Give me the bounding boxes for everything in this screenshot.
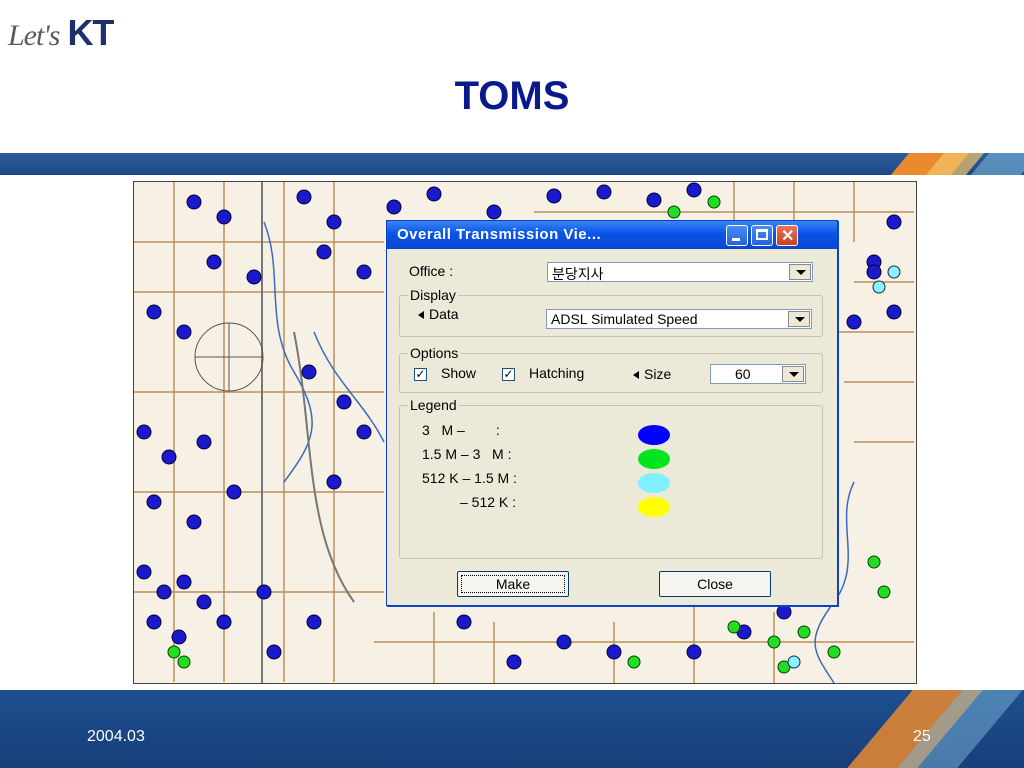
legend-label-1: 3 M – : — [422, 422, 500, 438]
data-label: Data — [429, 306, 459, 322]
legend-group-title: Legend — [408, 397, 459, 413]
slide-title: TOMS — [454, 74, 570, 118]
data-select[interactable]: ADSL Simulated Speed — [546, 309, 812, 329]
legend-dot-yellow — [638, 497, 670, 517]
size-select-value: 60 — [735, 366, 751, 382]
data-label-wrap: Data — [418, 306, 459, 322]
display-group: Display Data ADSL Simulated Speed — [399, 287, 823, 337]
close-button[interactable]: Close — [659, 571, 771, 597]
show-label: Show — [441, 365, 477, 381]
legend-label-4: – 512 K : — [460, 494, 517, 510]
logo-lets-text: Let's — [8, 19, 60, 52]
chevron-down-icon[interactable] — [782, 366, 804, 382]
hatching-checkbox[interactable]: ✓ — [502, 368, 515, 381]
maximize-icon — [756, 229, 768, 240]
size-label-wrap: Size — [633, 366, 671, 382]
data-select-value: ADSL Simulated Speed — [551, 311, 698, 327]
dialog-body: Office : 분당지사 Display Data ADSL Simulate… — [391, 249, 833, 601]
legend-label-3: 512 K – 1.5 M : — [422, 470, 517, 486]
logo-kt-text: KT — [67, 12, 114, 53]
office-select[interactable]: 분당지사 — [547, 262, 813, 282]
left-triangle-icon — [418, 311, 424, 320]
legend-dot-blue — [638, 425, 670, 445]
options-group: Options ✓ Show ✓ Hatching Size 60 — [399, 345, 823, 393]
make-button[interactable]: Make — [457, 571, 569, 597]
dialog-title: Overall Transmission Vie... — [397, 226, 602, 243]
page-number: 25 — [913, 728, 931, 745]
dialog-titlebar[interactable]: Overall Transmission Vie... ✕ — [387, 221, 837, 249]
show-checkbox[interactable]: ✓ — [414, 368, 427, 381]
size-label: Size — [644, 366, 672, 382]
close-icon: ✕ — [781, 228, 795, 245]
top-banner — [0, 153, 1024, 175]
office-select-value: 분당지사 — [552, 266, 604, 282]
legend-dot-green — [638, 449, 670, 469]
office-label: Office : — [409, 263, 454, 279]
hatching-label: Hatching — [529, 365, 585, 381]
chevron-down-icon[interactable] — [789, 264, 811, 280]
kt-logo: Let's KT — [8, 12, 114, 53]
close-window-button[interactable]: ✕ — [776, 225, 798, 246]
legend-group: Legend 3 M – : 1.5 M – 3 M : 512 K – 1.5… — [399, 397, 823, 559]
display-group-title: Display — [408, 287, 458, 303]
options-group-title: Options — [408, 345, 461, 361]
legend-dot-cyan — [638, 473, 670, 493]
size-select[interactable]: 60 — [710, 364, 806, 384]
footer-date: 2004.03 — [87, 728, 145, 745]
minimize-icon — [732, 238, 740, 241]
minimize-button[interactable] — [726, 225, 748, 246]
legend-label-2: 1.5 M – 3 M : — [422, 446, 512, 462]
overall-transmission-dialog: Overall Transmission Vie... ✕ Office : 분… — [386, 220, 838, 606]
left-triangle-icon — [633, 371, 639, 380]
chevron-down-icon[interactable] — [788, 311, 810, 327]
maximize-button[interactable] — [751, 225, 773, 246]
footer-band: 2004.03 25 — [0, 690, 1024, 768]
